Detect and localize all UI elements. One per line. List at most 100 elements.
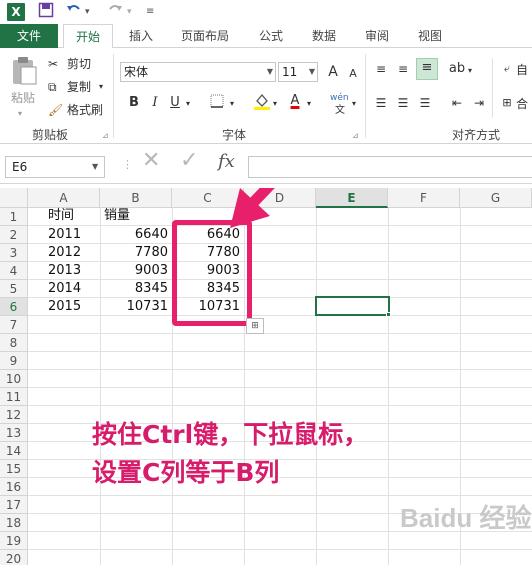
row-header-15[interactable]: 15 xyxy=(0,460,28,478)
align-top-icon[interactable]: ≡ xyxy=(372,60,390,78)
align-bottom-icon[interactable]: ≡ xyxy=(416,58,438,80)
formula-input[interactable] xyxy=(248,156,532,178)
font-color-button[interactable]: A xyxy=(286,92,304,110)
row-header-17[interactable]: 17 xyxy=(0,496,28,514)
row-header-16[interactable]: 16 xyxy=(0,478,28,496)
row-header-5[interactable]: 5 xyxy=(0,280,28,298)
cell-b3[interactable]: 7780 xyxy=(100,244,172,262)
auto-fill-options-icon[interactable]: ⊞ xyxy=(246,318,264,334)
cell-a5[interactable]: 2014 xyxy=(44,280,100,298)
row-header-2[interactable]: 2 xyxy=(0,226,28,244)
row-header-10[interactable]: 10 xyxy=(0,370,28,388)
font-size-combo[interactable]: 11 ▼ xyxy=(278,62,318,82)
fill-color-icon[interactable] xyxy=(253,92,271,110)
tab-home[interactable]: 开始 xyxy=(63,24,113,49)
cut-icon[interactable]: ✂ xyxy=(48,56,58,72)
column-header-b[interactable]: B xyxy=(100,188,172,208)
row-header-20[interactable]: 20 xyxy=(0,550,28,565)
cell-a4[interactable]: 2013 xyxy=(44,262,100,280)
row-header-3[interactable]: 3 xyxy=(0,244,28,262)
name-box[interactable]: E6 xyxy=(5,156,105,178)
undo-icon[interactable] xyxy=(66,2,82,24)
worksheet-grid[interactable]: A B C D E F G 1 2 3 4 5 6 7 8 9 10 11 12… xyxy=(0,188,532,565)
font-launcher-icon[interactable]: ⊿ xyxy=(352,128,359,144)
orientation-dropdown-icon[interactable]: ▾ xyxy=(468,63,472,79)
borders-dropdown-icon[interactable]: ▾ xyxy=(230,96,234,112)
tab-review[interactable]: 审阅 xyxy=(354,24,400,48)
redo-dropdown-icon[interactable]: ▾ xyxy=(127,2,132,22)
row-header-1[interactable]: 1 xyxy=(0,208,28,226)
cell-a2[interactable]: 2011 xyxy=(44,226,100,244)
phonetic-dropdown-icon[interactable]: ▾ xyxy=(352,96,356,112)
cell-a1[interactable]: 时间 xyxy=(44,207,104,225)
merge-center-icon[interactable]: ⊞ xyxy=(498,94,516,112)
borders-icon[interactable] xyxy=(208,94,226,112)
redo-icon[interactable] xyxy=(107,2,123,24)
cell-a6[interactable]: 2015 xyxy=(44,298,100,316)
cell-b4[interactable]: 9003 xyxy=(100,262,172,280)
column-header-f[interactable]: F xyxy=(388,188,460,208)
cell-b5[interactable]: 8345 xyxy=(100,280,172,298)
row-header-11[interactable]: 11 xyxy=(0,388,28,406)
align-center-icon[interactable]: ☰ xyxy=(394,94,412,112)
row-header-12[interactable]: 12 xyxy=(0,406,28,424)
underline-button[interactable]: U xyxy=(166,94,184,112)
copy-icon[interactable]: ⧉ xyxy=(48,79,57,95)
shrink-font-button[interactable]: A xyxy=(344,65,362,83)
tab-insert[interactable]: 插入 xyxy=(117,24,165,48)
cancel-icon[interactable]: ✕ xyxy=(142,150,160,172)
enter-icon[interactable]: ✓ xyxy=(180,150,198,172)
paste-dropdown-icon[interactable]: ▾ xyxy=(18,106,22,122)
tab-view[interactable]: 视图 xyxy=(407,24,453,48)
paste-button[interactable]: 粘贴 xyxy=(11,90,35,106)
row-header-18[interactable]: 18 xyxy=(0,514,28,532)
font-color-dropdown-icon[interactable]: ▾ xyxy=(307,96,311,112)
column-header-a[interactable]: A xyxy=(28,188,100,208)
paste-icon[interactable] xyxy=(10,56,38,86)
tab-page-layout[interactable]: 页面布局 xyxy=(170,24,240,48)
customize-qat-icon[interactable]: ≡ xyxy=(146,2,154,22)
increase-indent-icon[interactable]: ⇥ xyxy=(470,94,488,112)
row-header-14[interactable]: 14 xyxy=(0,442,28,460)
copy-button[interactable]: 复制 xyxy=(67,79,91,95)
merge-center-button[interactable]: 合 xyxy=(516,96,528,112)
cell-a3[interactable]: 2012 xyxy=(44,244,100,262)
grow-font-button[interactable]: A xyxy=(324,63,342,81)
cut-button[interactable]: 剪切 xyxy=(67,56,91,72)
decrease-indent-icon[interactable]: ⇤ xyxy=(448,94,466,112)
underline-dropdown-icon[interactable]: ▾ xyxy=(186,96,190,112)
row-header-8[interactable]: 8 xyxy=(0,334,28,352)
copy-dropdown-icon[interactable]: ▾ xyxy=(99,79,103,95)
select-all-corner[interactable] xyxy=(0,188,28,208)
orientation-icon[interactable]: ab xyxy=(448,60,466,78)
fill-color-dropdown-icon[interactable]: ▾ xyxy=(273,96,277,112)
italic-button[interactable]: I xyxy=(146,94,164,112)
align-middle-icon[interactable]: ≡ xyxy=(394,60,412,78)
row-header-9[interactable]: 9 xyxy=(0,352,28,370)
row-header-19[interactable]: 19 xyxy=(0,532,28,550)
column-header-e[interactable]: E xyxy=(316,188,388,208)
insert-function-button[interactable]: fx xyxy=(218,153,235,171)
align-right-icon[interactable]: ☰ xyxy=(416,94,434,112)
wrap-text-icon[interactable]: ⤶ xyxy=(498,60,516,78)
row-header-13[interactable]: 13 xyxy=(0,424,28,442)
format-painter-icon[interactable]: 🖌 xyxy=(48,102,63,118)
clipboard-launcher-icon[interactable]: ⊿ xyxy=(102,128,109,144)
align-left-icon[interactable]: ☰ xyxy=(372,94,390,112)
undo-dropdown-icon[interactable]: ▾ xyxy=(85,2,90,22)
row-header-4[interactable]: 4 xyxy=(0,262,28,280)
tab-formulas[interactable]: 公式 xyxy=(248,24,294,48)
fill-handle[interactable] xyxy=(386,312,391,317)
font-name-combo[interactable]: 宋体 ▼ xyxy=(120,62,276,82)
tab-data[interactable]: 数据 xyxy=(301,24,347,48)
format-painter-button[interactable]: 格式刷 xyxy=(67,102,103,118)
wrap-text-button[interactable]: 自 xyxy=(516,62,528,78)
tab-file[interactable]: 文件 xyxy=(0,24,58,48)
column-header-g[interactable]: G xyxy=(460,188,532,208)
cell-b1[interactable]: 销量 xyxy=(100,207,172,225)
cell-b2[interactable]: 6640 xyxy=(100,226,172,244)
cell-b6[interactable]: 10731 xyxy=(100,298,172,316)
row-header-7[interactable]: 7 xyxy=(0,316,28,334)
bold-button[interactable]: B xyxy=(125,94,143,112)
active-cell-selection[interactable] xyxy=(315,296,390,316)
